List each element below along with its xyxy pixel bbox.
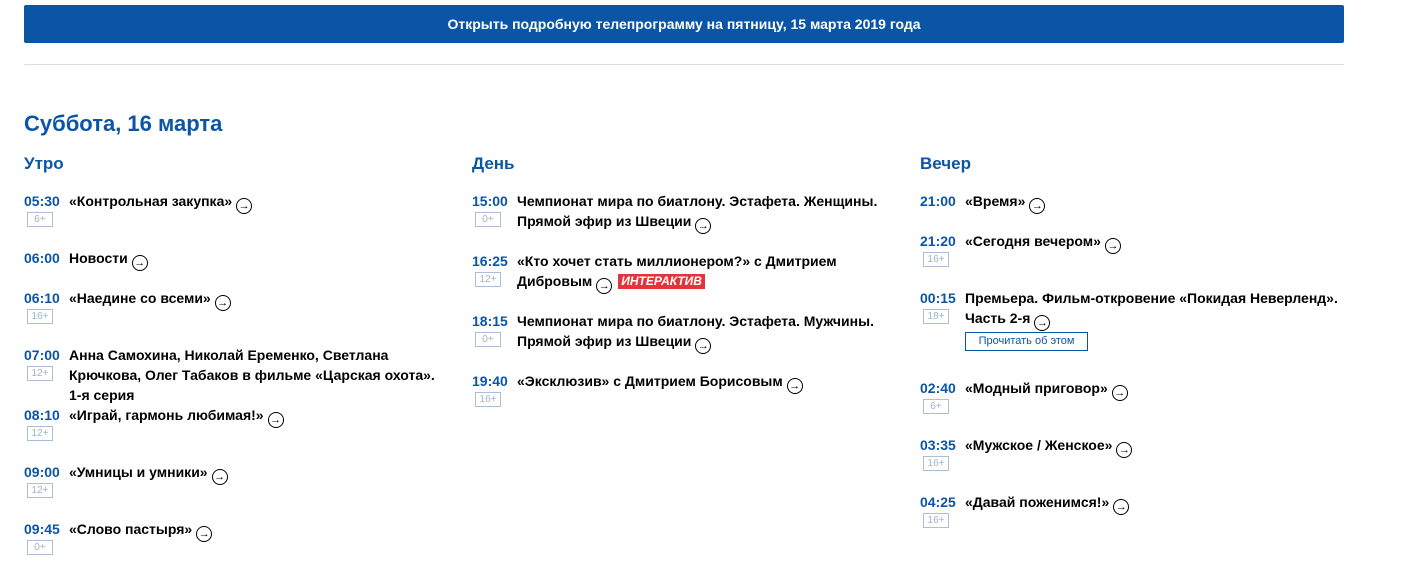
arrow-right-circle-icon[interactable]: → bbox=[596, 278, 613, 294]
age-rating-badge: 12+ bbox=[27, 366, 53, 381]
program-title[interactable]: «Слово пастыря» → bbox=[69, 519, 449, 542]
read-more-button[interactable]: Прочитать об этом bbox=[965, 332, 1088, 351]
program-time: 21:20 bbox=[920, 233, 956, 249]
age-rating-badge: 0+ bbox=[475, 332, 501, 347]
program-title[interactable]: «Модный приговор» → bbox=[965, 378, 1345, 401]
arrow-right-circle-icon[interactable]: → bbox=[1104, 238, 1121, 254]
program-title[interactable]: «Мужское / Женское» → bbox=[965, 435, 1345, 458]
program-title[interactable]: «Время» → bbox=[965, 191, 1345, 214]
program-time: 02:40 bbox=[920, 380, 956, 396]
age-rating-badge: 16+ bbox=[923, 252, 949, 267]
program-time: 09:45 bbox=[24, 521, 60, 537]
age-rating-badge: 12+ bbox=[27, 483, 53, 498]
program-time: 09:00 bbox=[24, 464, 60, 480]
program-title[interactable]: Анна Самохина, Николай Еременко, Светлан… bbox=[69, 345, 449, 405]
program-title-text[interactable]: Новости bbox=[69, 250, 128, 266]
program-time: 05:30 bbox=[24, 193, 60, 209]
program-title-text[interactable]: «Мужское / Женское» bbox=[965, 437, 1112, 453]
divider bbox=[24, 64, 1344, 65]
program-title-text[interactable]: «Наедине со всеми» bbox=[69, 290, 211, 306]
program-title[interactable]: «Играй, гармонь любимая!» → bbox=[69, 405, 449, 428]
arrow-right-circle-icon[interactable]: → bbox=[236, 198, 253, 214]
age-rating-badge: 16+ bbox=[923, 456, 949, 471]
age-rating-badge: 0+ bbox=[27, 540, 53, 555]
arrow-right-circle-icon[interactable]: → bbox=[695, 338, 712, 354]
age-rating-badge: 18+ bbox=[923, 309, 949, 324]
program-title[interactable]: «Умницы и умники» → bbox=[69, 462, 449, 485]
column-day: День 15:00 0+ Чемпионат мира по биатлону… bbox=[472, 154, 892, 454]
program-title-text[interactable]: Премьера. Фильм-откровение «Покидая Неве… bbox=[965, 290, 1338, 326]
column-title: День bbox=[472, 154, 515, 173]
column-title: Утро bbox=[24, 154, 64, 173]
program-time: 03:35 bbox=[920, 437, 956, 453]
open-friday-schedule-button[interactable]: Открыть подробную телепрограмму на пятни… bbox=[24, 5, 1344, 43]
program-time: 21:00 bbox=[920, 193, 956, 209]
arrow-right-circle-icon[interactable]: → bbox=[214, 295, 231, 311]
program-title-text[interactable]: «Давай поженимся!» bbox=[965, 494, 1109, 510]
age-rating-badge: 0+ bbox=[475, 212, 501, 227]
program-title[interactable]: «Контрольная закупка» → bbox=[69, 191, 449, 214]
program-title-text[interactable]: «Модный приговор» bbox=[965, 380, 1108, 396]
program-time: 15:00 bbox=[472, 193, 508, 209]
arrow-right-circle-icon[interactable]: → bbox=[1029, 198, 1046, 214]
program-title-text[interactable]: «Эксклюзив» с Дмитрием Борисовым bbox=[517, 373, 783, 389]
program-title[interactable]: Чемпионат мира по биатлону. Эстафета. Же… bbox=[517, 191, 897, 234]
arrow-right-circle-icon[interactable]: → bbox=[267, 412, 284, 428]
program-title-text[interactable]: Анна Самохина, Николай Еременко, Светлан… bbox=[69, 347, 435, 403]
arrow-right-circle-icon[interactable]: → bbox=[131, 255, 148, 271]
age-rating-badge: 16+ bbox=[475, 392, 501, 407]
program-title[interactable]: «Эксклюзив» с Дмитрием Борисовым → bbox=[517, 371, 897, 394]
program-time: 19:40 bbox=[472, 373, 508, 389]
program-title-text[interactable]: «Время» bbox=[965, 193, 1025, 209]
program-title-text[interactable]: «Играй, гармонь любимая!» bbox=[69, 407, 264, 423]
program-title-text[interactable]: «Контрольная закупка» bbox=[69, 193, 232, 209]
program-title[interactable]: Чемпионат мира по биатлону. Эстафета. Му… bbox=[517, 311, 897, 354]
program-time: 06:10 bbox=[24, 290, 60, 306]
age-rating-badge: 12+ bbox=[475, 272, 501, 287]
day-title: Суббота, 16 марта bbox=[24, 111, 223, 136]
age-rating-badge: 16+ bbox=[923, 513, 949, 528]
column-title: Вечер bbox=[920, 154, 972, 173]
program-title[interactable]: Премьера. Фильм-откровение «Покидая Неве… bbox=[965, 288, 1345, 331]
program-title-text[interactable]: «Слово пастыря» bbox=[69, 521, 192, 537]
arrow-right-circle-icon[interactable]: → bbox=[1116, 442, 1133, 458]
program-title[interactable]: Новости → bbox=[69, 248, 449, 271]
arrow-right-circle-icon[interactable]: → bbox=[211, 469, 228, 485]
column-morning: Утро 05:30 6+ «Контрольная закупка» → 06:… bbox=[24, 154, 444, 555]
interactive-badge: ИНТЕРАКТИВ bbox=[618, 274, 705, 289]
age-rating-badge: 6+ bbox=[27, 212, 53, 227]
program-time: 08:10 bbox=[24, 407, 60, 423]
arrow-right-circle-icon[interactable]: → bbox=[1034, 315, 1051, 331]
arrow-right-circle-icon[interactable]: → bbox=[196, 526, 213, 542]
program-time: 07:00 bbox=[24, 347, 60, 363]
program-time: 16:25 bbox=[472, 253, 508, 269]
age-rating-badge: 16+ bbox=[27, 309, 53, 324]
program-time: 00:15 bbox=[920, 290, 956, 306]
arrow-right-circle-icon[interactable]: → bbox=[1111, 385, 1128, 401]
program-title-text[interactable]: «Сегодня вечером» bbox=[965, 233, 1101, 249]
program-title-text[interactable]: «Умницы и умники» bbox=[69, 464, 208, 480]
age-rating-badge: 12+ bbox=[27, 426, 53, 441]
program-title[interactable]: «Кто хочет стать миллионером?» с Дмитрие… bbox=[517, 251, 897, 294]
program-time: 18:15 bbox=[472, 313, 508, 329]
column-evening: Вечер 21:00 «Время» → 21:20 16+ «Сегодня … bbox=[920, 154, 1340, 554]
program-time: 04:25 bbox=[920, 494, 956, 510]
program-title[interactable]: «Наедине со всеми» → bbox=[69, 288, 449, 311]
age-rating-badge: 6+ bbox=[923, 399, 949, 414]
arrow-right-circle-icon[interactable]: → bbox=[1113, 499, 1130, 515]
arrow-right-circle-icon[interactable]: → bbox=[695, 218, 712, 234]
arrow-right-circle-icon[interactable]: → bbox=[786, 378, 803, 394]
program-title[interactable]: «Давай поженимся!» → bbox=[965, 492, 1345, 515]
program-time: 06:00 bbox=[24, 250, 60, 266]
program-title[interactable]: «Сегодня вечером» → bbox=[965, 231, 1345, 254]
